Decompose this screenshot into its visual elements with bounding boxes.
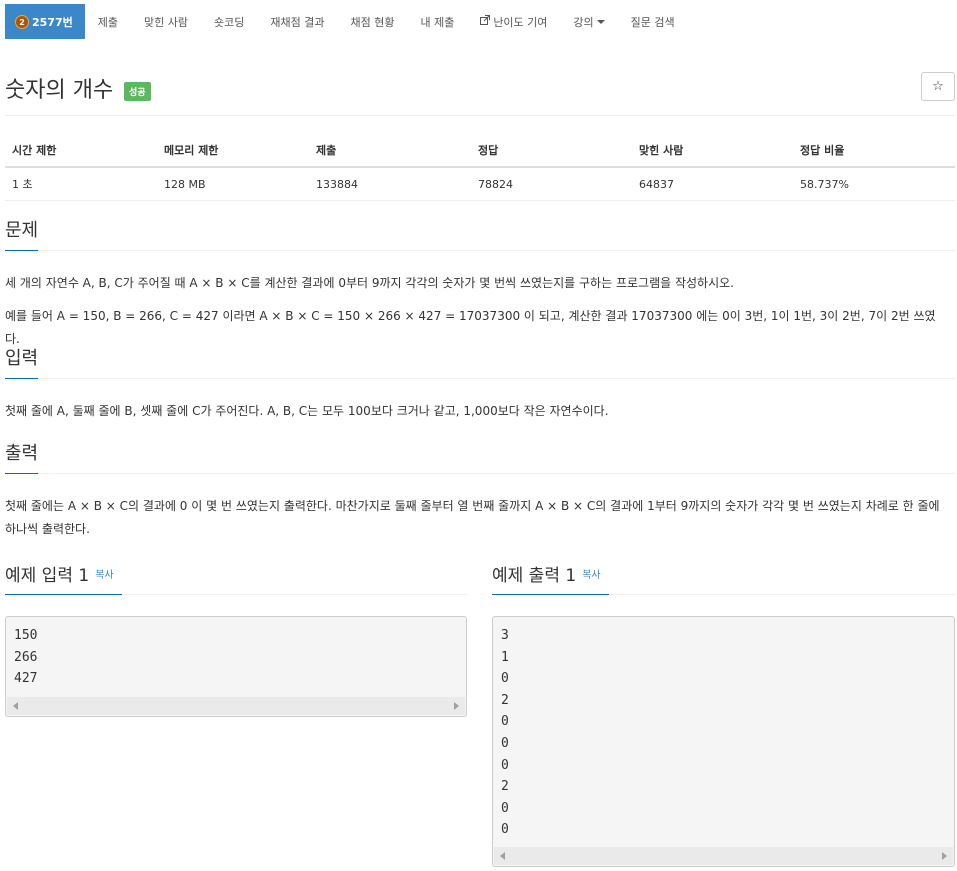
sample-output-title: 예제 출력 1 [492, 566, 577, 586]
value-accept-ratio: 58.737% [793, 167, 955, 201]
sample-output-line: 0 [501, 714, 509, 730]
scroll-right-icon[interactable] [942, 852, 947, 860]
nav-problem-label: 2577번 [32, 15, 73, 29]
nav-difficulty-contribution[interactable]: 난이도 기여 [467, 4, 560, 39]
status-badge: 성공 [124, 82, 151, 101]
problem-info-table: 시간 제한 메모리 제한 제출 정답 맞힌 사람 정답 비율 1 초 128 M… [5, 134, 955, 201]
sample-output-scrollbar[interactable] [494, 847, 953, 865]
input-section-header: 입력 [5, 348, 955, 379]
value-memory-limit: 128 MB [157, 167, 309, 201]
star-icon: ☆ [932, 79, 944, 94]
sample-output-line: 2 [501, 692, 509, 708]
nav-lectures-label: 강의 [573, 15, 594, 29]
sample-input-line: 150 [14, 628, 38, 643]
header-accepted: 정답 [471, 134, 632, 168]
scroll-right-icon[interactable] [454, 702, 459, 710]
value-submissions: 133884 [309, 167, 471, 201]
output-section-header: 출력 [5, 443, 955, 474]
sample-input-lines: 150 266 427 [6, 617, 466, 690]
sample-output-line: 0 [501, 822, 509, 838]
nav-my-submissions[interactable]: 내 제출 [407, 4, 467, 39]
sample-output-box[interactable]: 3 1 0 2 0 0 0 2 0 0 [492, 616, 955, 867]
sample-output-lines: 3 1 0 2 0 0 0 2 0 0 [493, 617, 954, 841]
nav-difficulty-label: 난이도 기여 [493, 15, 548, 29]
sample-input-heading: 예제 입력 1 복사 [5, 565, 122, 595]
scroll-left-icon[interactable] [500, 852, 505, 860]
tier-badge-icon: 2 [15, 14, 29, 29]
header-accept-ratio: 정답 비율 [793, 134, 955, 168]
sample-output-line: 1 [501, 649, 509, 665]
output-heading: 출력 [5, 443, 39, 474]
header-memory-limit: 메모리 제한 [157, 134, 309, 168]
value-time-limit: 1 초 [5, 167, 157, 201]
input-description: 첫째 줄에 A, 둘째 줄에 B, 셋째 줄에 C가 주어진다. A, B, C… [5, 404, 609, 418]
caret-down-icon [596, 19, 605, 24]
nav-lectures-dropdown[interactable]: 강의 [560, 4, 617, 39]
nav-short-coding[interactable]: 숏코딩 [201, 4, 257, 39]
table-row: 1 초 128 MB 133884 78824 64837 58.737% [5, 167, 955, 201]
nav-rejudge-results[interactable]: 재채점 결과 [257, 4, 337, 39]
sample-input-header: 예제 입력 1 복사 [5, 565, 467, 595]
favorite-star-button[interactable]: ☆ [921, 72, 955, 101]
table-header-row: 시간 제한 메모리 제한 제출 정답 맞힌 사람 정답 비율 [5, 134, 955, 168]
scroll-left-icon[interactable] [13, 702, 18, 710]
header-time-limit: 시간 제한 [5, 134, 157, 168]
sample-output-line: 3 [501, 628, 509, 643]
problem-nav: 2 2577번 제출 맞힌 사람 숏코딩 재채점 결과 채점 현황 내 제출 난… [5, 4, 688, 39]
problem-heading: 문제 [5, 220, 39, 251]
sample-input-scrollbar[interactable] [7, 697, 465, 715]
sample-input-title: 예제 입력 1 [5, 566, 90, 586]
sample-input-box[interactable]: 150 266 427 [5, 616, 467, 717]
sample-output-line: 0 [501, 757, 509, 773]
sample-output-line: 0 [501, 671, 509, 687]
sample-output-line: 2 [501, 779, 509, 795]
problem-paragraph-1: 세 개의 자연수 A, B, C가 주어질 때 A × B × C를 계산한 결… [5, 276, 734, 290]
sample-output-line: 0 [501, 800, 509, 816]
header-submissions: 제출 [309, 134, 471, 168]
problem-paragraph-2: 예를 들어 A = 150, B = 266, C = 427 이라면 A × … [5, 309, 936, 346]
problem-section-header: 문제 [5, 220, 955, 251]
external-link-icon [480, 15, 491, 28]
sample-input-line: 427 [14, 671, 38, 687]
nav-submit[interactable]: 제출 [85, 4, 131, 39]
input-heading: 입력 [5, 348, 39, 379]
sample-input-line: 266 [14, 649, 38, 665]
page-title: 숫자의 개수 [5, 78, 114, 103]
nav-question-search[interactable]: 질문 검색 [618, 4, 688, 39]
copy-sample-output-button[interactable]: 복사 [582, 570, 600, 581]
copy-sample-input-button[interactable]: 복사 [95, 570, 113, 581]
nav-problem-tab[interactable]: 2 2577번 [5, 4, 85, 39]
value-solved-users: 64837 [632, 167, 793, 201]
nav-judge-status[interactable]: 채점 현황 [337, 4, 407, 39]
value-accepted: 78824 [471, 167, 632, 201]
sample-output-heading: 예제 출력 1 복사 [492, 565, 609, 595]
sample-output-header: 예제 출력 1 복사 [492, 565, 955, 595]
output-description: 첫째 줄에는 A × B × C의 결과에 0 이 몇 번 쓰였는지 출력한다.… [5, 499, 940, 536]
nav-solved-users[interactable]: 맞힌 사람 [131, 4, 201, 39]
sample-output-line: 0 [501, 735, 509, 751]
title-row: 숫자의 개수 성공 ☆ [5, 70, 955, 116]
header-solved-users: 맞힌 사람 [632, 134, 793, 168]
